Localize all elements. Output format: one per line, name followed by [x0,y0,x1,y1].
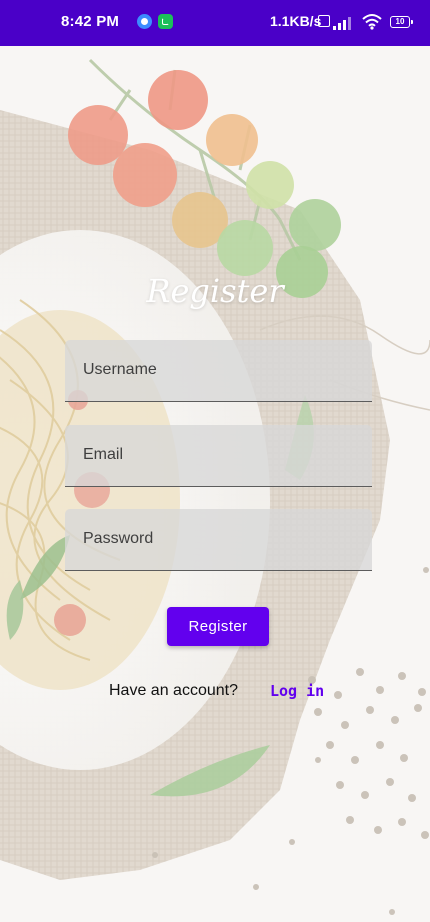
wifi-icon [362,13,382,30]
password-field[interactable] [65,509,372,571]
register-button[interactable]: Register [167,607,269,646]
password-input[interactable] [65,509,372,570]
network-speed: 1.1KB/s [270,13,322,29]
email-field[interactable] [65,425,372,487]
messenger-icon [137,14,152,29]
volte-icon [318,15,330,27]
status-time: 8:42 PM [61,13,120,30]
login-link[interactable]: Log in [270,682,324,700]
have-account-text: Have an account? [109,682,238,699]
status-bar: 8:42 PM 1.1KB/s 10 [0,0,430,46]
username-field[interactable] [65,340,372,402]
username-input[interactable] [65,340,372,401]
battery-icon: 10 [390,16,413,28]
email-input[interactable] [65,425,372,486]
signal-icon [333,14,355,30]
page-title: Register [146,272,284,310]
phone-app-icon [158,14,173,29]
